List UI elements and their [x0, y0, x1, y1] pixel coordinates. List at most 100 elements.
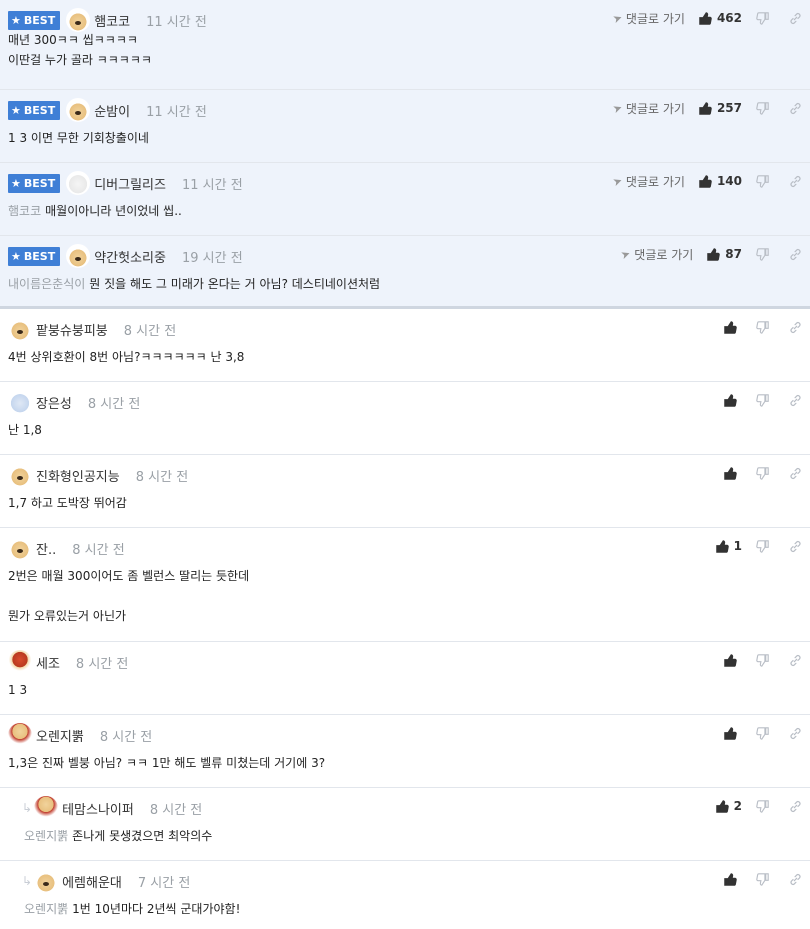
timestamp: 11 시간 전 [181, 177, 243, 193]
nickname[interactable]: 햄코코 [94, 11, 130, 30]
avatar[interactable] [8, 463, 32, 487]
nickname[interactable]: 세조 [36, 653, 60, 672]
thumbs-down-icon[interactable] [756, 539, 769, 553]
thumbs-down-icon[interactable] [756, 11, 769, 25]
nickname[interactable]: 에렘해운대 [62, 872, 122, 891]
link-icon[interactable] [789, 102, 802, 115]
thumbs-up-icon [715, 539, 729, 553]
comment-header: ★ BEST 순밤이 11 시간 전 [8, 98, 207, 122]
link-icon[interactable] [789, 873, 802, 886]
thumbs-down-icon[interactable] [756, 393, 769, 407]
thumbs-down-icon[interactable] [756, 653, 769, 667]
comment-list: ★ BEST 햄코코 11 시간 전 ➤ 댓글로 가기 462 매년 300ㅋㅋ 씹ㅋㅋㅋㅋ … [0, 0, 810, 929]
mention[interactable]: 오렌지뿕 [24, 902, 68, 916]
comment-body: 1번 10년마다 2년씩 군대가야함! [72, 902, 241, 916]
nickname[interactable]: 테맘스나이퍼 [62, 799, 134, 818]
thumbs-up-icon [715, 799, 729, 813]
nickname[interactable]: 오렌지뿕 [36, 726, 84, 745]
like-button[interactable] [724, 393, 742, 407]
comment-header: ↳ 에렘해운대 7 시간 전 [22, 869, 190, 893]
thumbs-down-icon[interactable] [756, 799, 769, 813]
goto-comment-link[interactable]: ➤ 댓글로 가기 [611, 10, 685, 27]
best-comment-item: ★ BEST 햄코코 11 시간 전 ➤ 댓글로 가기 462 매년 300ㅋㅋ 씹ㅋㅋㅋㅋ … [0, 0, 810, 90]
like-button[interactable]: 2 [715, 799, 742, 813]
link-icon[interactable] [789, 248, 802, 261]
avatar[interactable] [66, 8, 91, 32]
like-button[interactable]: 140 [699, 174, 742, 188]
like-button[interactable] [724, 466, 742, 480]
link-icon[interactable] [789, 800, 802, 813]
avatar[interactable] [8, 390, 32, 414]
goto-comment-link[interactable]: ➤ 댓글로 가기 [611, 173, 685, 190]
like-button[interactable] [724, 872, 742, 886]
comment-header: 팥붕슈붕피붕 8 시간 전 [8, 317, 176, 341]
comment-actions: ➤ 댓글로 가기 462 [611, 8, 802, 28]
link-icon[interactable] [789, 394, 802, 407]
comment-body: 1 3 [8, 683, 28, 697]
thumbs-up-icon [724, 726, 737, 740]
timestamp: 8 시간 전 [123, 323, 177, 339]
goto-comment-link[interactable]: ➤ 댓글로 가기 [619, 246, 693, 263]
best-badge: ★ BEST [8, 173, 61, 193]
star-icon: ★ [11, 103, 21, 117]
comment-text: 햄코코 매월이아니라 년이었네 씹.. [8, 201, 182, 221]
link-icon[interactable] [789, 175, 802, 188]
like-count: 257 [716, 101, 742, 115]
nickname[interactable]: 디버그릴리즈 [94, 174, 166, 193]
timestamp: 11 시간 전 [146, 14, 207, 30]
mention[interactable]: 오렌지뿕 [24, 829, 68, 843]
nickname[interactable]: 잔.. [36, 539, 56, 558]
nickname[interactable]: 장은성 [36, 393, 72, 412]
like-button[interactable]: 257 [699, 101, 742, 115]
avatar[interactable] [66, 171, 91, 195]
comment-text: 4번 상위호환이 8번 아님?ㅋㅋㅋㅋㅋㅋ 난 3,8 [8, 347, 244, 367]
thumbs-down-icon[interactable] [756, 466, 769, 480]
thumbs-down-icon[interactable] [756, 174, 769, 188]
avatar[interactable] [8, 536, 32, 560]
avatar[interactable] [66, 244, 91, 268]
goto-comment-link[interactable]: ➤ 댓글로 가기 [611, 100, 685, 117]
mention[interactable]: 햄코코 [8, 204, 41, 218]
like-button[interactable]: 1 [715, 539, 742, 553]
like-button[interactable] [724, 726, 742, 740]
comment-actions [724, 869, 802, 889]
nickname[interactable]: 진화형인공지능 [36, 466, 120, 485]
link-icon[interactable] [789, 540, 802, 553]
timestamp: 8 시간 전 [149, 802, 203, 818]
avatar[interactable] [34, 796, 59, 820]
nickname[interactable]: 팥붕슈붕피붕 [36, 320, 108, 339]
thumbs-down-icon[interactable] [756, 320, 769, 334]
star-icon: ★ [11, 176, 21, 190]
link-icon[interactable] [789, 321, 802, 334]
thumbs-down-icon[interactable] [756, 726, 769, 740]
nickname[interactable]: 순밤이 [94, 101, 130, 120]
thumbs-up-icon [724, 320, 737, 334]
avatar[interactable] [8, 650, 32, 674]
avatar[interactable] [34, 869, 59, 893]
link-icon[interactable] [789, 12, 802, 25]
avatar[interactable] [8, 723, 32, 747]
comment-text: 1,3은 진짜 벨붕 아님? ㅋㅋ 1만 해도 벨류 미쳤는데 거기에 3? [8, 753, 325, 773]
thumbs-up-icon [724, 466, 737, 480]
link-icon[interactable] [789, 727, 802, 740]
comment-text: 매년 300ㅋㅋ 씹ㅋㅋㅋㅋ 이딴걸 누가 골라 ㅋㅋㅋㅋㅋ [8, 30, 152, 70]
like-button[interactable]: 462 [699, 11, 742, 25]
link-icon[interactable] [789, 654, 802, 667]
like-button[interactable] [724, 320, 742, 334]
comment-item: 장은성 8 시간 전난 1,8 [0, 382, 810, 455]
comment-body: 존나게 못생겼으면 최악의수 [72, 829, 213, 843]
thumbs-down-icon[interactable] [756, 247, 769, 261]
thumbs-down-icon[interactable] [756, 101, 769, 115]
timestamp: 8 시간 전 [72, 542, 125, 558]
avatar[interactable] [8, 317, 32, 341]
mention[interactable]: 내이름은춘식이 [8, 277, 85, 291]
like-button[interactable]: 87 [707, 247, 742, 261]
like-button[interactable] [724, 653, 742, 667]
reply-item: ↳ 에렘해운대 7 시간 전오렌지뿕 1번 10년마다 2년씩 군대가야함! [0, 861, 810, 929]
comment-actions [724, 463, 802, 483]
avatar[interactable] [66, 98, 91, 122]
nickname[interactable]: 약간헛소리중 [94, 247, 166, 266]
link-icon[interactable] [789, 467, 802, 480]
thumbs-down-icon[interactable] [756, 872, 769, 886]
like-count: 1 [733, 539, 742, 553]
